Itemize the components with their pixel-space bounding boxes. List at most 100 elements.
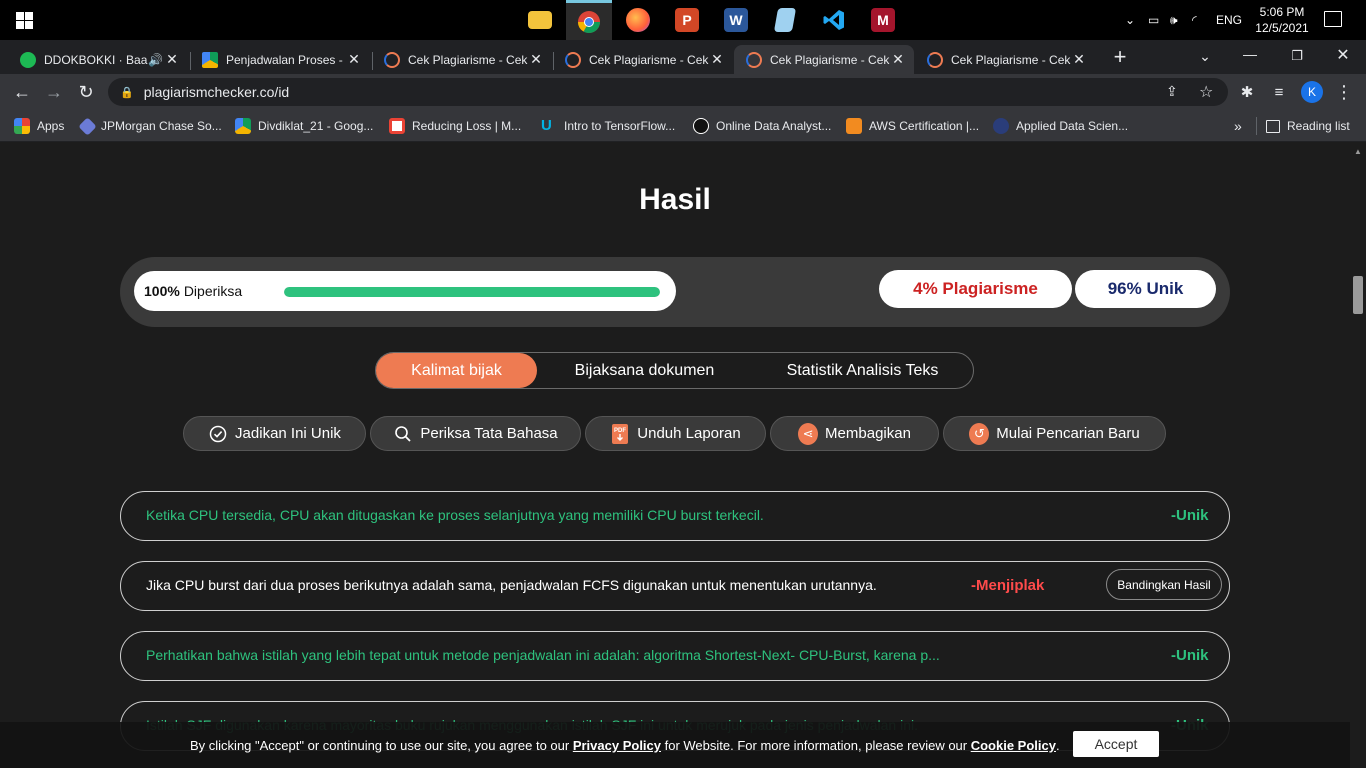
lock-icon[interactable]: 🔒 — [120, 86, 134, 99]
close-tab-icon[interactable]: ✕ — [346, 51, 362, 68]
wifi-icon[interactable]: ◜ — [1192, 13, 1208, 27]
sentence-row[interactable]: Perhatikan bahwa istilah yang lebih tepa… — [120, 631, 1230, 681]
bookmark-label: Online Data Analyst... — [716, 119, 832, 133]
github-icon — [693, 118, 709, 134]
windows-start-icon[interactable] — [16, 12, 33, 29]
close-window-button[interactable]: ✕ — [1329, 45, 1357, 65]
reading-list-icon — [1266, 119, 1280, 133]
new-tab-button[interactable]: + — [1108, 46, 1132, 70]
bookmark-item[interactable]: Online Data Analyst... — [693, 116, 831, 136]
profile-avatar[interactable]: K — [1301, 81, 1323, 103]
language-indicator[interactable]: ENG — [1216, 13, 1242, 27]
bookmark-item[interactable]: Applied Data Scien... — [993, 116, 1128, 136]
restore-button[interactable]: ❐ — [1283, 48, 1311, 64]
reading-list-button[interactable]: Reading list — [1266, 116, 1350, 136]
scrollbar-thumb[interactable] — [1353, 276, 1363, 314]
forward-arrow-icon[interactable]: → — [40, 78, 68, 106]
page-title: Hasil — [639, 183, 711, 216]
close-tab-icon[interactable]: ✕ — [528, 51, 544, 68]
close-tab-icon[interactable]: ✕ — [1071, 51, 1087, 68]
progress-bar — [284, 287, 660, 297]
grammar-check-button[interactable]: Periksa Tata Bahasa — [370, 416, 581, 451]
close-tab-icon[interactable]: ✕ — [164, 51, 180, 68]
bookmark-item[interactable]: Reducing Loss | M... — [389, 116, 521, 136]
system-tray: ⌄ ▭ 🕪 ◜ ENG — [1122, 0, 1242, 40]
cookie-policy-link[interactable]: Cookie Policy — [971, 738, 1056, 753]
notepad-icon[interactable] — [762, 0, 808, 40]
tab-title: Penjadwalan Proses - G — [226, 52, 346, 67]
word-icon[interactable]: W — [713, 0, 759, 40]
progress-bar-fill — [284, 287, 660, 297]
address-bar[interactable]: 🔒 plagiarismchecker.co/id ⇪ ☆ — [108, 78, 1228, 106]
mendeley-icon[interactable]: M — [860, 0, 906, 40]
bookmark-item[interactable]: U Intro to TensorFlow... — [541, 116, 675, 136]
windows-taskbar: P W M ⌄ ▭ 🕪 ◜ ENG 5:06 PM 12/5/2021 — [0, 0, 1366, 40]
google-drive-icon — [235, 118, 251, 134]
bookmark-item[interactable]: Divdiklat_21 - Goog... — [235, 116, 373, 136]
tab-bijaksana-dokumen[interactable]: Bijaksana dokumen — [537, 353, 752, 388]
file-explorer-icon[interactable] — [517, 0, 563, 40]
reload-icon[interactable]: ↻ — [72, 78, 100, 106]
bookmarks-bar: Apps JPMorgan Chase So... Divdiklat_21 -… — [0, 110, 1366, 142]
more-bookmarks-button[interactable]: » — [1234, 116, 1242, 136]
tab-statistik-analisis[interactable]: Statistik Analisis Teks — [752, 353, 973, 388]
tab-kalimat-bijak[interactable]: Kalimat bijak — [376, 353, 537, 388]
audio-playing-icon[interactable]: 🔊 — [148, 53, 164, 67]
browser-menu-icon[interactable]: ⋮ — [1330, 78, 1358, 106]
share-icon[interactable]: ⇪ — [1166, 83, 1178, 100]
browser-tab[interactable]: DDOKBOKKI · Baa 🔊 ✕ — [8, 45, 188, 74]
privacy-policy-link[interactable]: Privacy Policy — [573, 738, 661, 753]
browser-tab[interactable]: Cek Plagiarisme - Cek ✕ — [915, 45, 1095, 74]
button-label: Jadikan Ini Unik — [235, 425, 341, 442]
browser-tab[interactable]: Penjadwalan Proses - G ✕ — [190, 45, 370, 74]
share-button[interactable]: ⋖ Membagikan — [770, 416, 939, 451]
bookmark-item[interactable]: JPMorgan Chase So... — [78, 116, 222, 136]
clock[interactable]: 5:06 PM 12/5/2021 — [1252, 4, 1312, 36]
tab-search-icon[interactable]: ⌄ — [1196, 48, 1214, 65]
button-label: Membagikan — [825, 425, 911, 442]
chevron-up-icon[interactable]: ⌄ — [1122, 13, 1138, 27]
tab-title: Cek Plagiarisme - Cek — [770, 52, 890, 67]
progress-percent: 100% — [144, 283, 180, 299]
clock-date: 12/5/2021 — [1255, 21, 1309, 35]
battery-icon[interactable]: ▭ — [1148, 13, 1164, 27]
tab-title: Cek Plagiarisme - Cek — [589, 52, 709, 67]
make-unique-button[interactable]: Jadikan Ini Unik — [183, 416, 366, 451]
browser-tab[interactable]: Cek Plagiarisme - Cek ✕ — [372, 45, 552, 74]
scroll-up-arrow-icon[interactable]: ▲ — [1354, 147, 1362, 156]
vscode-icon[interactable] — [811, 0, 857, 40]
bookmark-apps[interactable]: Apps — [14, 116, 64, 136]
browser-tab-active[interactable]: Cek Plagiarisme - Cek ✕ — [734, 45, 914, 74]
chrome-icon[interactable] — [566, 0, 612, 40]
download-report-button[interactable]: PDF Unduh Laporan — [585, 416, 766, 451]
sentence-row[interactable]: Jika CPU burst dari dua proses berikutny… — [120, 561, 1230, 611]
cookie-text: for Website. For more information, pleas… — [661, 738, 971, 753]
svg-text:PDF: PDF — [614, 428, 626, 434]
close-tab-icon[interactable]: ✕ — [890, 51, 906, 68]
clock-time: 5:06 PM — [1259, 5, 1305, 19]
browser-tab[interactable]: Cek Plagiarisme - Cek ✕ — [553, 45, 733, 74]
bookmark-label: AWS Certification |... — [869, 119, 980, 133]
powerpoint-icon[interactable]: P — [664, 0, 710, 40]
sentence-row[interactable]: Ketika CPU tersedia, CPU akan ditugaskan… — [120, 491, 1230, 541]
bookmark-star-icon[interactable]: ☆ — [1199, 82, 1213, 102]
firefox-icon[interactable] — [615, 0, 661, 40]
extensions-icon[interactable]: ✱ — [1233, 78, 1261, 106]
accept-cookies-button[interactable]: Accept — [1073, 731, 1159, 757]
button-label: Unduh Laporan — [637, 425, 741, 442]
bookmark-item[interactable]: AWS Certification |... — [846, 116, 979, 136]
bookmark-label: Applied Data Scien... — [1016, 119, 1129, 133]
bookmark-label: Intro to TensorFlow... — [564, 119, 676, 133]
page-scrollbar[interactable]: ▲ — [1350, 143, 1366, 768]
back-arrow-icon[interactable]: ← — [8, 78, 36, 106]
close-tab-icon[interactable]: ✕ — [709, 51, 725, 68]
plagiarism-checker-icon — [746, 51, 762, 68]
media-control-icon[interactable]: ≡ — [1265, 78, 1293, 106]
volume-icon[interactable]: 🕪 — [1170, 13, 1186, 28]
spotify-icon — [20, 51, 36, 68]
compare-results-button[interactable]: Bandingkan Hasil — [1106, 569, 1222, 600]
notification-icon[interactable] — [1324, 11, 1342, 27]
minimize-button[interactable]: — — [1236, 46, 1264, 62]
new-search-button[interactable]: ↺ Mulai Pencarian Baru — [943, 416, 1166, 451]
apps-grid-icon — [14, 118, 30, 134]
